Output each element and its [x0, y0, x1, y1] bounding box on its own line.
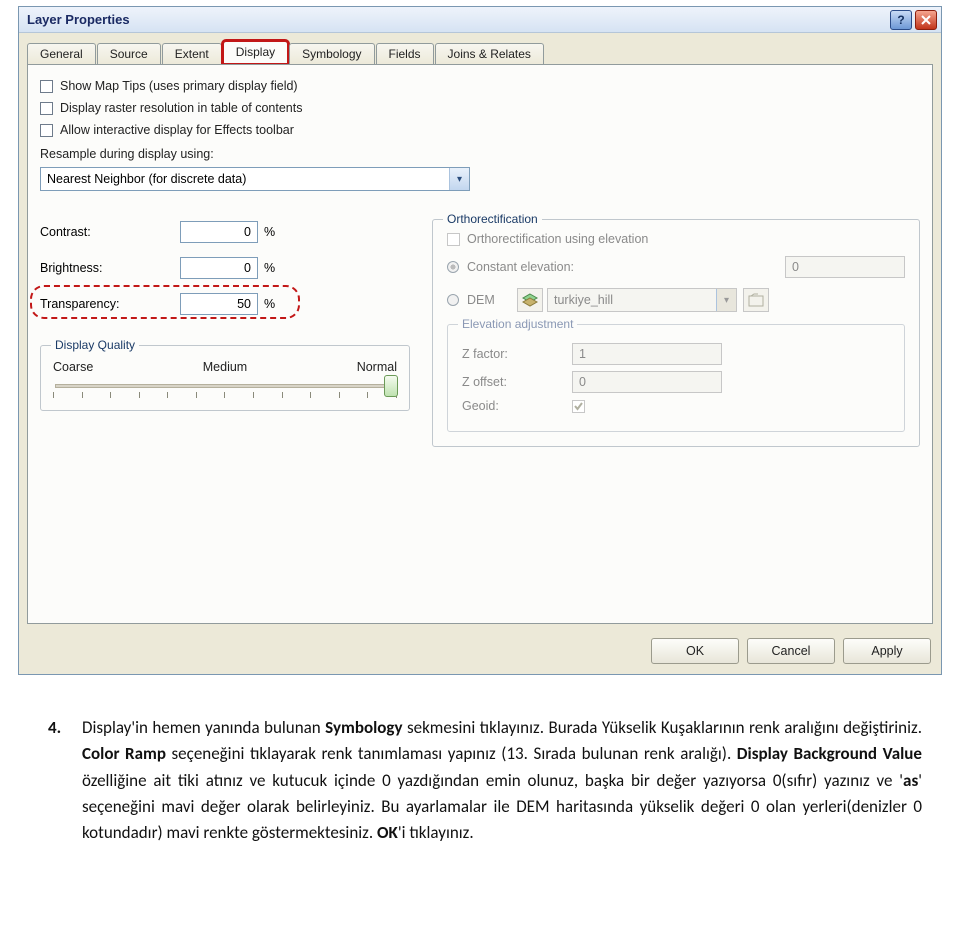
radio-icon: [447, 261, 459, 273]
dialog-buttons: OK Cancel Apply: [19, 632, 941, 674]
check-raster-resolution[interactable]: Display raster resolution in table of co…: [40, 101, 920, 115]
brightness-label: Brightness:: [40, 261, 180, 275]
z-offset-input: [572, 371, 722, 393]
radio-constant-elevation: Constant elevation:: [447, 256, 905, 278]
dem-combo-value: turkiye_hill: [554, 293, 613, 307]
check-show-map-tips[interactable]: Show Map Tips (uses primary display fiel…: [40, 79, 920, 93]
apply-button[interactable]: Apply: [843, 638, 931, 664]
display-quality-slider[interactable]: [55, 384, 395, 388]
checkbox-icon: [447, 233, 460, 246]
checkbox-icon[interactable]: [40, 80, 53, 93]
contrast-label: Contrast:: [40, 225, 180, 239]
cancel-button[interactable]: Cancel: [747, 638, 835, 664]
check-ortho-elevation: Orthorectification using elevation: [447, 232, 905, 246]
paragraph-body: Display'in hemen yanında bulunan Symbolo…: [82, 715, 922, 847]
contrast-row: Contrast: %: [40, 219, 410, 245]
tab-body: Show Map Tips (uses primary display fiel…: [27, 64, 933, 624]
group-title: Elevation adjustment: [458, 317, 577, 331]
dq-normal-label: Normal: [357, 360, 397, 374]
tab-symbology[interactable]: Symbology: [289, 43, 374, 65]
group-title: Orthorectification: [443, 212, 542, 226]
transparency-row: Transparency: %: [40, 291, 410, 317]
titlebar: Layer Properties ?: [19, 7, 941, 33]
close-button[interactable]: [915, 10, 937, 30]
contrast-input[interactable]: [180, 221, 258, 243]
const-elev-label: Constant elevation:: [467, 260, 785, 274]
check-label: Allow interactive display for Effects to…: [60, 123, 294, 137]
slider-ticks: [53, 392, 397, 398]
chevron-down-icon: ▾: [716, 289, 736, 311]
group-title: Display Quality: [51, 338, 139, 352]
geoid-label: Geoid:: [462, 399, 572, 413]
display-quality-group: Display Quality Coarse Medium Normal: [40, 345, 410, 411]
z-offset-label: Z offset:: [462, 375, 572, 389]
dq-coarse-label: Coarse: [53, 360, 93, 374]
checkbox-icon[interactable]: [40, 124, 53, 137]
list-marker: 4.: [48, 715, 82, 847]
transparency-label: Transparency:: [40, 297, 180, 311]
elevation-adjustment-group: Elevation adjustment Z factor: Z offset:…: [447, 324, 905, 432]
document-paragraph: 4. Display'in hemen yanında bulunan Symb…: [48, 715, 922, 847]
tab-fields[interactable]: Fields: [376, 43, 434, 65]
tab-extent[interactable]: Extent: [162, 43, 222, 65]
dem-label: DEM: [467, 293, 517, 307]
titlebar-buttons: ?: [890, 10, 937, 30]
tab-strip: General Source Extent Display Symbology …: [19, 33, 941, 64]
orthorectification-group: Orthorectification Orthorectification us…: [432, 219, 920, 447]
radio-icon: [447, 294, 459, 306]
layer-properties-dialog: Layer Properties ? General Source Extent…: [18, 6, 942, 675]
transparency-input[interactable]: [180, 293, 258, 315]
check-interactive-effects[interactable]: Allow interactive display for Effects to…: [40, 123, 920, 137]
layer-icon: [517, 288, 543, 312]
slider-thumb-icon[interactable]: [384, 375, 398, 397]
ok-button[interactable]: OK: [651, 638, 739, 664]
radio-dem: DEM turkiye_hill ▾: [447, 288, 905, 312]
window-title: Layer Properties: [27, 12, 890, 27]
brightness-row: Brightness: %: [40, 255, 410, 281]
percent-label: %: [264, 225, 275, 239]
combo-value: Nearest Neighbor (for discrete data): [47, 172, 246, 186]
browse-icon: [743, 288, 769, 312]
percent-label: %: [264, 261, 275, 275]
checkbox-icon[interactable]: [40, 102, 53, 115]
check-label: Show Map Tips (uses primary display fiel…: [60, 79, 298, 93]
tab-joins-relates[interactable]: Joins & Relates: [435, 43, 544, 65]
brightness-input[interactable]: [180, 257, 258, 279]
help-button[interactable]: ?: [890, 10, 912, 30]
resample-combo[interactable]: Nearest Neighbor (for discrete data) ▾: [40, 167, 470, 191]
ortho-using-elev-label: Orthorectification using elevation: [467, 232, 648, 246]
dem-combo: turkiye_hill ▾: [547, 288, 737, 312]
check-label: Display raster resolution in table of co…: [60, 101, 303, 115]
constant-elevation-input: [785, 256, 905, 278]
percent-label: %: [264, 297, 275, 311]
dq-medium-label: Medium: [203, 360, 247, 374]
orthorectification-column: Orthorectification Orthorectification us…: [432, 219, 920, 447]
chevron-down-icon[interactable]: ▾: [449, 168, 469, 190]
tab-source[interactable]: Source: [97, 43, 161, 65]
geoid-checkbox: [572, 400, 585, 413]
z-factor-label: Z factor:: [462, 347, 572, 361]
z-factor-input: [572, 343, 722, 365]
tab-display[interactable]: Display: [223, 41, 288, 64]
tab-general[interactable]: General: [27, 43, 96, 65]
display-adjustments: Contrast: % Brightness: % Transparency: …: [40, 219, 410, 447]
resample-label: Resample during display using:: [40, 147, 920, 161]
